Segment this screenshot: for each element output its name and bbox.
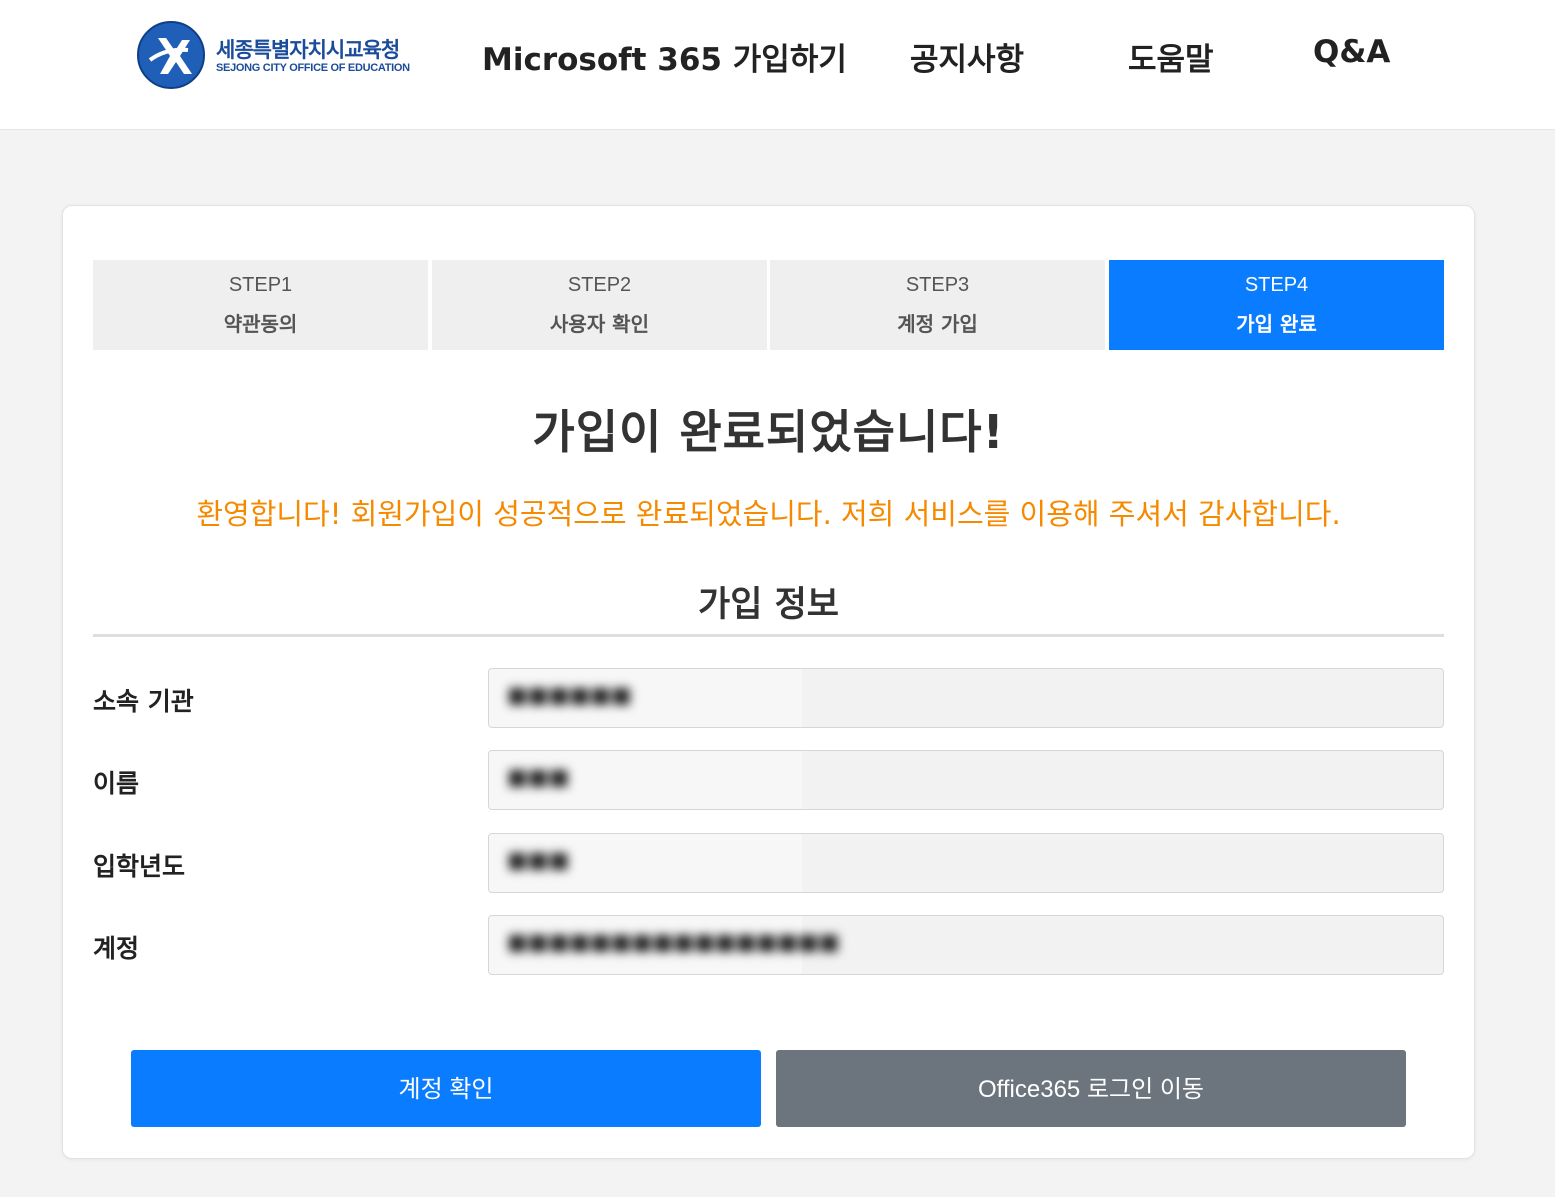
step-number: STEP4	[1244, 274, 1309, 296]
logo-text-korean: 세종특별자치시교육청	[216, 38, 400, 62]
section-divider	[93, 634, 1444, 637]
nav-item-notices[interactable]: 공지사항	[910, 34, 1024, 79]
step-indicator: STEP1 약관동의 STEP2 사용자 확인 STEP3 계정 가입 STEP…	[93, 260, 1444, 350]
step-4-active: STEP4 가입 완료	[1109, 260, 1444, 350]
step-3: STEP3 계정 가입	[770, 260, 1105, 350]
nav-item-help[interactable]: 도움말	[1128, 34, 1214, 79]
info-row-admission-year: 입학년도 ■■■	[93, 833, 1444, 893]
info-row-account: 계정 ■■■■■■■■■■■■■■■■	[93, 915, 1444, 975]
logo-text-english: SEJONG CITY OFFICE OF EDUCATION	[216, 62, 410, 74]
info-label: 계정	[93, 934, 140, 963]
page-title: 가입이 완료되었습니다!	[532, 405, 1005, 459]
office365-login-button[interactable]: Office365 로그인 이동	[776, 1050, 1406, 1127]
logo-emblem-icon	[137, 21, 205, 89]
step-1: STEP1 약관동의	[93, 260, 428, 350]
organization-field: ■■■■■■	[488, 668, 1444, 728]
account-field: ■■■■■■■■■■■■■■■■	[488, 915, 1444, 975]
step-name: 계정 가입	[897, 312, 978, 336]
field-value: ■■■	[507, 848, 570, 873]
step-2: STEP2 사용자 확인	[432, 260, 767, 350]
info-row-name: 이름 ■■■	[93, 750, 1444, 810]
step-number: STEP2	[567, 274, 632, 296]
signup-complete-card: STEP1 약관동의 STEP2 사용자 확인 STEP3 계정 가입 STEP…	[62, 205, 1475, 1159]
field-value: ■■■■■■	[507, 683, 632, 708]
name-field: ■■■	[488, 750, 1444, 810]
field-value: ■■■	[507, 765, 570, 790]
step-name: 사용자 확인	[550, 312, 649, 336]
step-name: 약관동의	[223, 312, 298, 336]
section-title: 가입 정보	[698, 585, 839, 625]
info-row-organization: 소속 기관 ■■■■■■	[93, 668, 1444, 728]
step-name: 가입 완료	[1236, 312, 1317, 336]
welcome-message: 환영합니다! 회원가입이 성공적으로 완료되었습니다. 저희 서비스를 이용해 …	[196, 497, 1341, 531]
sejong-education-logo[interactable]: 세종특별자치시교육청 SEJONG CITY OFFICE OF EDUCATI…	[136, 20, 416, 90]
nav-item-qna[interactable]: Q&A	[1313, 34, 1390, 70]
step-number: STEP3	[905, 274, 970, 296]
info-label: 이름	[93, 769, 140, 798]
admission-year-field: ■■■	[488, 833, 1444, 893]
info-label: 소속 기관	[93, 687, 194, 716]
confirm-account-button[interactable]: 계정 확인	[131, 1050, 761, 1127]
site-header: 세종특별자치시교육청 SEJONG CITY OFFICE OF EDUCATI…	[0, 0, 1555, 130]
field-value: ■■■■■■■■■■■■■■■■	[507, 930, 840, 955]
nav-item-microsoft365-signup[interactable]: Microsoft 365 가입하기	[482, 34, 847, 79]
step-number: STEP1	[228, 274, 293, 296]
info-label: 입학년도	[93, 852, 186, 881]
